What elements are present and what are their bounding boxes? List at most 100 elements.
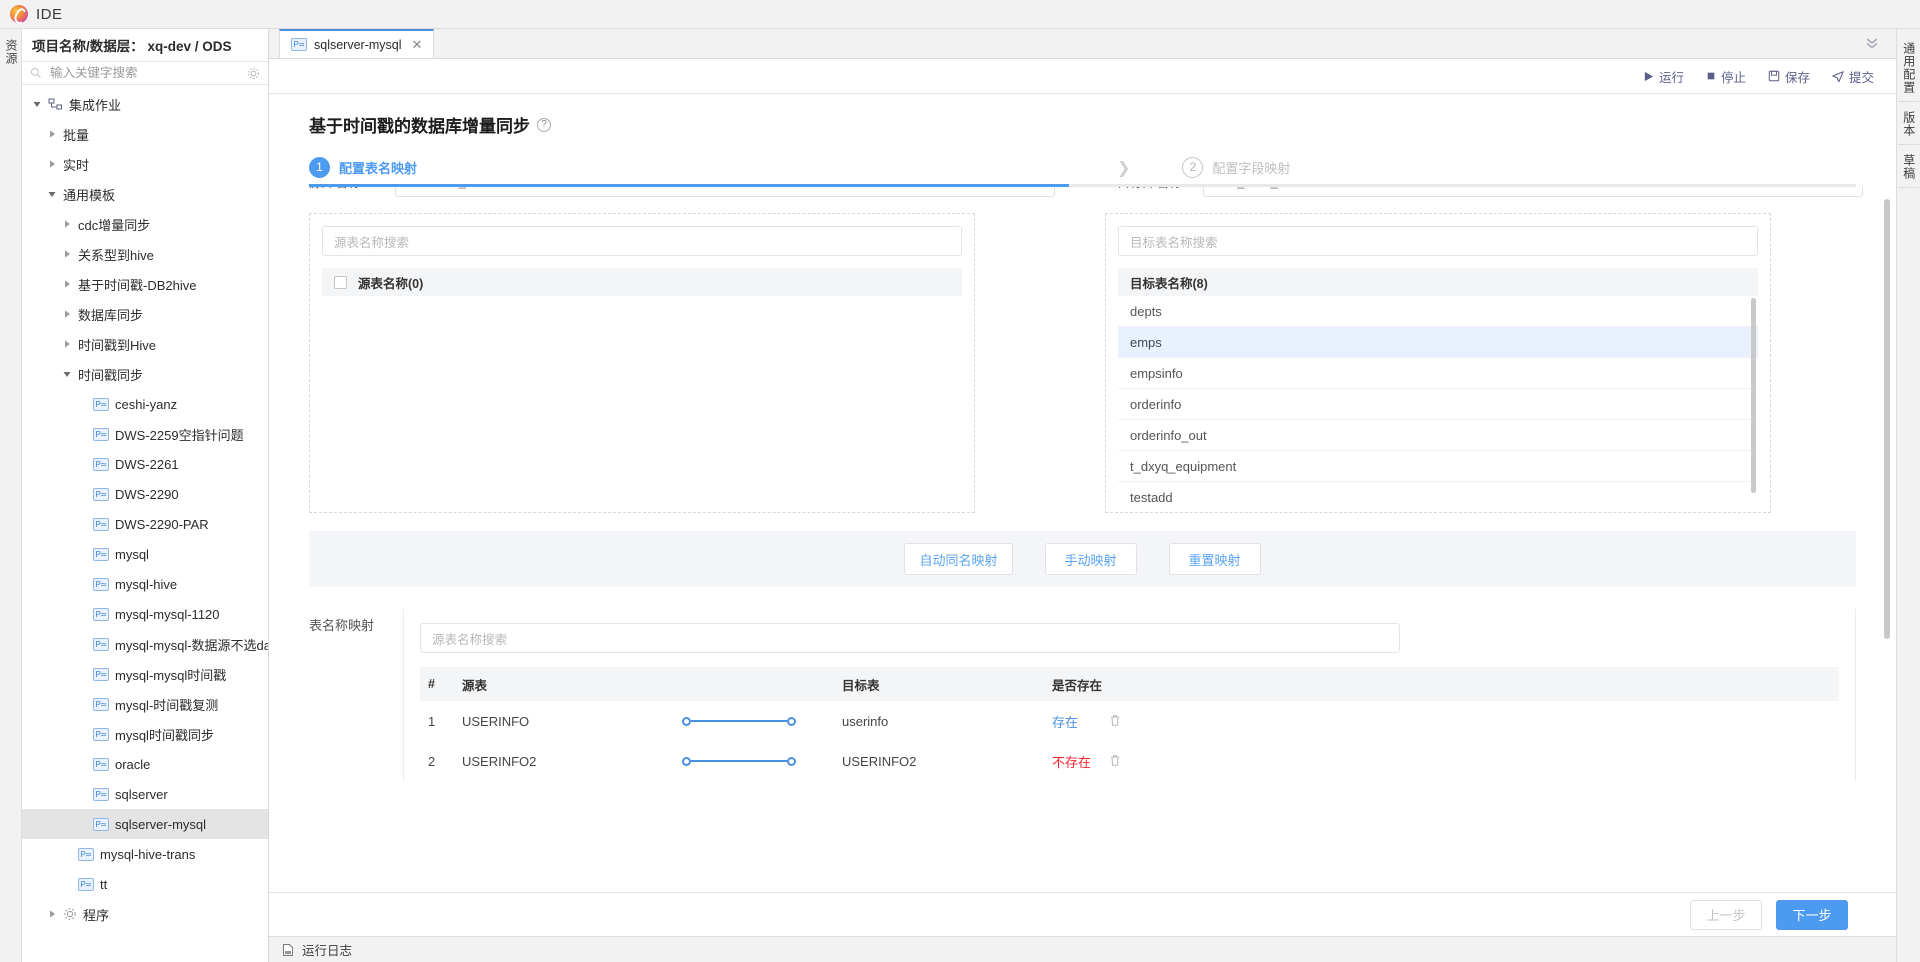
right-tab-通用配置[interactable]: 通用配置 <box>1898 35 1918 102</box>
chevron-right-icon[interactable] <box>47 129 57 139</box>
tree-item-dws-2259空指针问题[interactable]: P≃DWS-2259空指针问题 <box>22 419 268 449</box>
target-list-item[interactable]: empsinfo <box>1118 358 1758 389</box>
explorer-search-input[interactable] <box>48 65 241 81</box>
tree-item-dws-2261[interactable]: P≃DWS-2261 <box>22 449 268 479</box>
tree-item-label: DWS-2290 <box>115 487 179 502</box>
chevron-right-icon[interactable] <box>62 279 72 289</box>
tree-item-label: 通用模板 <box>63 185 115 204</box>
gear-icon[interactable] <box>247 67 260 80</box>
editor-tab-sqlserver-mysql[interactable]: P≃ sqlserver-mysql ✕ <box>279 29 434 58</box>
row-target-table: USERINFO2 <box>842 754 1052 769</box>
submit-button[interactable]: 提交 <box>1832 67 1874 86</box>
tree-item-mysql-mysql时间戳[interactable]: P≃mysql-mysql时间戳 <box>22 659 268 689</box>
target-db-select[interactable]: dws_front_dev ⌄ <box>1203 187 1863 197</box>
tree-item-通用模板[interactable]: 通用模板 <box>22 179 268 209</box>
tree-item-集成作业[interactable]: 集成作业 <box>22 89 268 119</box>
form-scroll-area[interactable]: 源库名称 DSP0GA_M ⌄ 目标库名称 dws_front_dev <box>269 187 1896 892</box>
title-bar: IDE <box>0 0 1920 29</box>
tree-item-mysql时间戳同步[interactable]: P≃mysql时间戳同步 <box>22 719 268 749</box>
tree-item-label: mysql-时间戳复测 <box>115 695 218 714</box>
chevron-right-icon[interactable] <box>62 249 72 259</box>
target-list-item[interactable]: testadd <box>1118 482 1758 512</box>
save-button[interactable]: 保存 <box>1768 67 1810 86</box>
database-select-row: 源库名称 DSP0GA_M ⌄ 目标库名称 dws_front_dev <box>309 187 1856 197</box>
tree-item-label: 关系型到hive <box>78 245 154 264</box>
search-icon <box>30 67 42 79</box>
chevron-right-icon[interactable] <box>47 159 57 169</box>
target-list-scrollbar[interactable] <box>1751 298 1756 493</box>
chevron-right-icon[interactable] <box>62 219 72 229</box>
map-action-自动同名映射[interactable]: 自动同名映射 <box>904 543 1012 575</box>
mapping-action-bar: 自动同名映射 手动映射重置映射 <box>309 531 1856 587</box>
source-table-search-input[interactable]: 源表名称搜索 <box>322 226 962 256</box>
run-button[interactable]: 运行 <box>1643 67 1684 86</box>
target-table-search-input[interactable]: 目标表名称搜索 <box>1118 226 1758 256</box>
previous-step-button[interactable]: 上一步 <box>1690 900 1762 930</box>
tree-item-批量[interactable]: 批量 <box>22 119 268 149</box>
resource-vertical-tab[interactable]: 资源 <box>3 39 18 962</box>
tree-item-dws-2290-par[interactable]: P≃DWS-2290-PAR <box>22 509 268 539</box>
step-tab-2[interactable]: 2 配置字段映射 <box>1182 150 1290 186</box>
source-db-select[interactable]: DSP0GA_M ⌄ <box>395 187 1055 197</box>
source-select-all-checkbox[interactable] <box>334 276 347 289</box>
close-icon[interactable]: ✕ <box>412 37 423 53</box>
mapping-search-input[interactable]: 源表名称搜索 <box>420 623 1400 653</box>
map-action-重置映射[interactable]: 重置映射 <box>1169 543 1261 575</box>
step-tab-1[interactable]: 1 配置表名映射 <box>309 150 417 186</box>
chevron-right-icon[interactable] <box>47 909 57 919</box>
tree-item-sqlserver-mysql[interactable]: P≃sqlserver-mysql <box>22 809 268 839</box>
tree-item-oracle[interactable]: P≃oracle <box>22 749 268 779</box>
tree-item-label: 时间戳到Hive <box>78 335 156 354</box>
tree-item-tt[interactable]: P≃tt <box>22 869 268 899</box>
tree-item-数据库同步[interactable]: 数据库同步 <box>22 299 268 329</box>
chevron-down-icon[interactable] <box>47 189 57 199</box>
step-1-number: 1 <box>309 157 330 178</box>
chevron-down-icon[interactable] <box>62 369 72 379</box>
tree-item-实时[interactable]: 实时 <box>22 149 268 179</box>
editor-tabstrip: P≃ sqlserver-mysql ✕ <box>269 29 1896 59</box>
tree-item-mysql-hive-trans[interactable]: P≃mysql-hive-trans <box>22 839 268 869</box>
target-list-item[interactable]: orderinfo <box>1118 389 1758 420</box>
target-list-item[interactable]: emps <box>1118 327 1758 358</box>
chevron-down-icon: ⌄ <box>1035 187 1044 188</box>
tree-item-label: 基于时间戳-DB2hive <box>78 275 196 294</box>
tree-item-cdc增量同步[interactable]: cdc增量同步 <box>22 209 268 239</box>
pz-file-icon: P≃ <box>93 668 109 681</box>
trash-icon[interactable] <box>1108 755 1122 770</box>
tree-item-mysql-hive[interactable]: P≃mysql-hive <box>22 569 268 599</box>
target-table-list[interactable]: deptsempsempsinfoorderinfoorderinfo_outt… <box>1118 296 1758 512</box>
content-scrollbar[interactable] <box>1884 199 1890 639</box>
tree-item-ceshi-yanz[interactable]: P≃ceshi-yanz <box>22 389 268 419</box>
right-tab-版本[interactable]: 版本 <box>1898 104 1918 145</box>
tree-item-关系型到hive[interactable]: 关系型到hive <box>22 239 268 269</box>
tree-item-时间戳同步[interactable]: 时间戳同步 <box>22 359 268 389</box>
tree-item-mysql-mysql-数据源不选database[interactable]: P≃mysql-mysql-数据源不选database <box>22 629 268 659</box>
row-exists-status: 不存在 <box>1052 752 1108 771</box>
tree-item-dws-2290[interactable]: P≃DWS-2290 <box>22 479 268 509</box>
tree-item-时间戳到hive[interactable]: 时间戳到Hive <box>22 329 268 359</box>
tree-item-sqlserver[interactable]: P≃sqlserver <box>22 779 268 809</box>
target-list-item[interactable]: t_dxyq_equipment <box>1118 451 1758 482</box>
stop-button[interactable]: 停止 <box>1706 67 1746 86</box>
chevron-right-icon[interactable] <box>62 309 72 319</box>
run-log-bar[interactable]: 运行日志 <box>269 936 1896 962</box>
tree-item-mysql[interactable]: P≃mysql <box>22 539 268 569</box>
right-tab-草稿[interactable]: 草稿 <box>1898 147 1918 188</box>
tree-item-mysql-mysql-1120[interactable]: P≃mysql-mysql-1120 <box>22 599 268 629</box>
step-2-number: 2 <box>1182 157 1203 178</box>
question-circle-icon[interactable]: ? <box>537 118 551 132</box>
trash-icon[interactable] <box>1108 715 1122 730</box>
tree-item-程序[interactable]: 程序 <box>22 899 268 929</box>
tree-item-基于时间戳-db2hive[interactable]: 基于时间戳-DB2hive <box>22 269 268 299</box>
map-action-手动映射[interactable]: 手动映射 <box>1045 543 1137 575</box>
target-list-item[interactable]: orderinfo_out <box>1118 420 1758 451</box>
target-list-item[interactable]: depts <box>1118 296 1758 327</box>
chevron-right-icon[interactable] <box>62 339 72 349</box>
pz-file-icon: P≃ <box>78 848 94 861</box>
page-title: 基于时间戳的数据库增量同步 ? <box>269 94 1896 147</box>
next-step-button[interactable]: 下一步 <box>1776 900 1848 930</box>
source-db-value: DSP0GA_M <box>406 187 477 189</box>
chevron-down-icon[interactable] <box>32 99 42 109</box>
double-chevron-down-icon[interactable] <box>1864 35 1880 51</box>
tree-item-mysql-时间戳复测[interactable]: P≃mysql-时间戳复测 <box>22 689 268 719</box>
